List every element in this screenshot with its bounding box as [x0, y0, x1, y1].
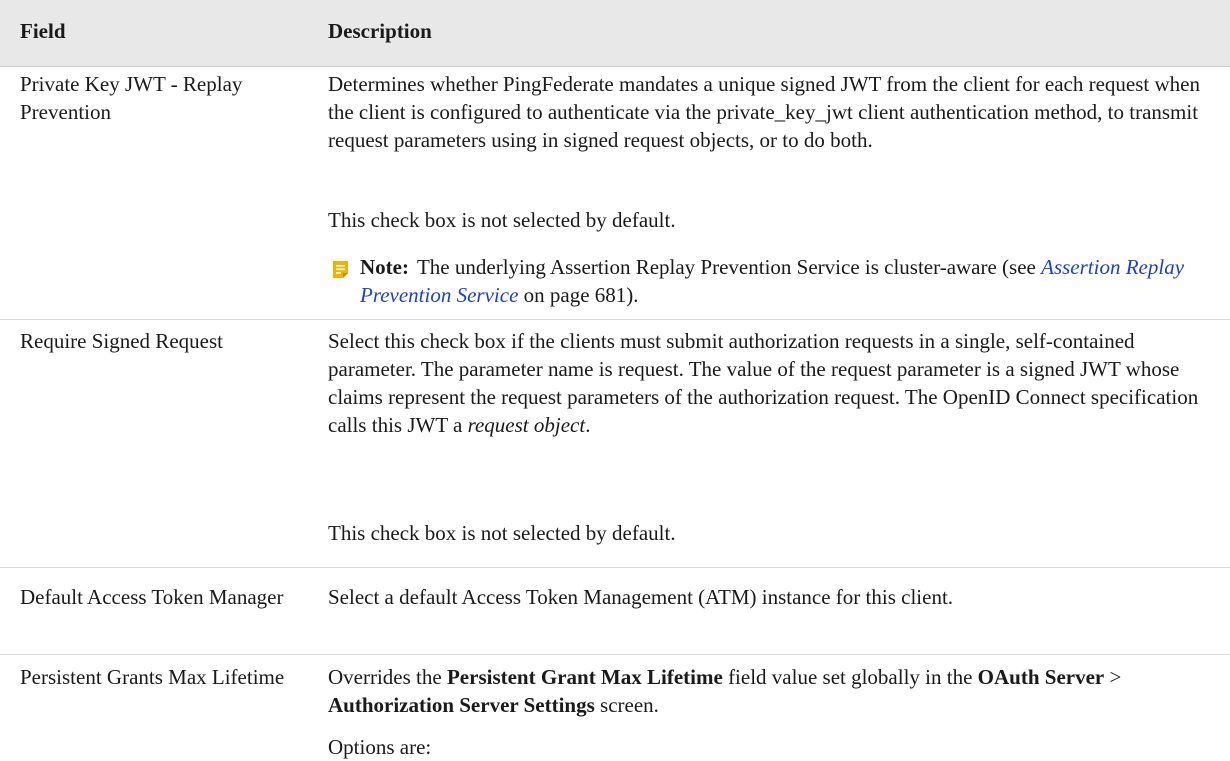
description-text: field value set globally in the — [722, 665, 978, 689]
header-description: Description — [328, 19, 432, 43]
screen-reference: Authorization Server Settings — [328, 693, 595, 717]
description-text: Select this check box if the clients mus… — [328, 329, 1199, 437]
row-divider — [0, 654, 1230, 655]
note-block: Note: The underlying Assertion Replay Pre… — [333, 253, 1223, 309]
description: Determines whether PingFederate mandates… — [328, 70, 1223, 154]
note-text: The underlying Assertion Replay Preventi… — [416, 255, 1042, 279]
field-reference: Persistent Grant Max Lifetime — [446, 665, 723, 689]
description: Overrides the Persistent Grant Max Lifet… — [328, 663, 1223, 719]
field-name: Persistent Grants Max Lifetime — [20, 665, 285, 689]
table-header: Field Description — [0, 0, 1230, 67]
field-name: Require Signed Request — [20, 329, 223, 353]
field-name: Default Access Token Manager — [20, 585, 284, 609]
description-paragraph: Determines whether PingFederate mandates… — [328, 72, 1200, 152]
description-paragraph: This check box is not selected by defaul… — [328, 521, 676, 545]
menu-reference: OAuth Server — [977, 665, 1105, 689]
description-text: screen. — [594, 693, 659, 717]
header-field: Field — [20, 19, 66, 43]
description-emphasis: request object — [467, 413, 586, 437]
description-text: Overrides the — [328, 665, 447, 689]
row-divider — [0, 319, 1230, 320]
description-paragraph: Select a default Access Token Management… — [328, 585, 954, 609]
field-name: Private Key JWT - Replay Prevention — [20, 72, 243, 124]
description-text-end: . — [585, 413, 591, 437]
description-paragraph: Options are: — [328, 735, 432, 759]
description: Select this check box if the clients mus… — [328, 327, 1223, 439]
note-label: Note: — [360, 255, 409, 279]
description-paragraph: This check box is not selected by defaul… — [328, 208, 676, 232]
menu-separator: > — [1104, 665, 1122, 689]
row-divider — [0, 567, 1230, 568]
note-icon — [332, 258, 349, 278]
note-text-after: on page 681). — [518, 283, 639, 307]
